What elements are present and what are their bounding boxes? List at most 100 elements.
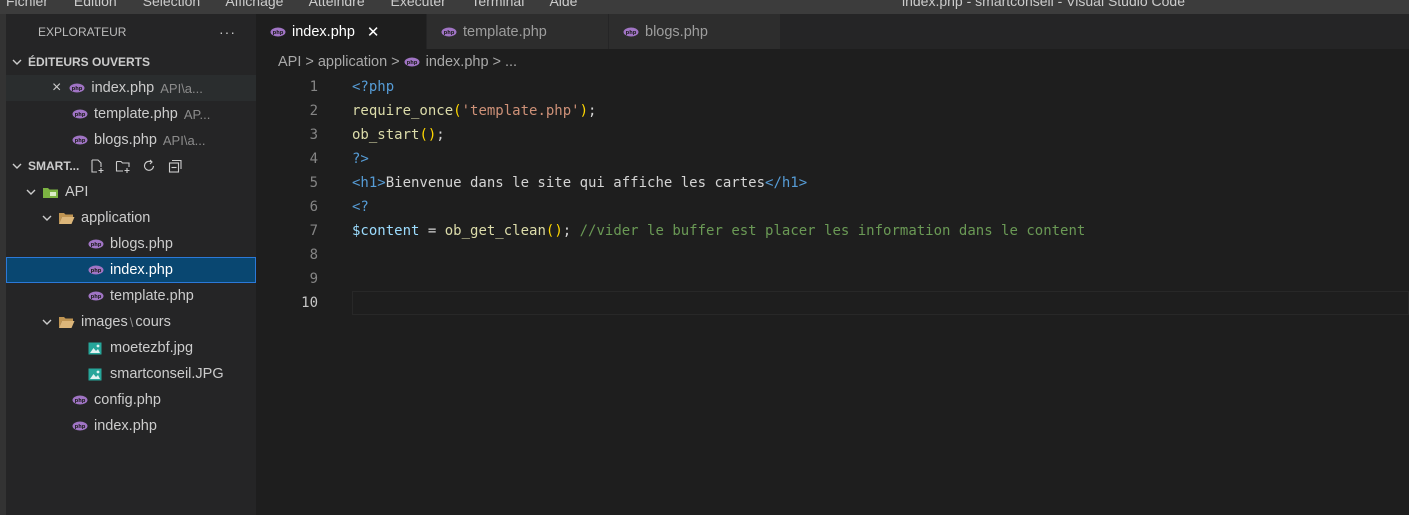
code-line: 7 $content = ob_get_clean(); //vider le …	[256, 219, 1409, 243]
tree-folder-images-cours[interactable]: images \ cours	[6, 309, 256, 335]
code-semicolon: ;	[562, 223, 580, 239]
menu-terminal[interactable]: Terminal	[471, 0, 524, 9]
code-function: ob_start	[352, 127, 420, 143]
tree-file-blogs[interactable]: php blogs.php	[6, 231, 256, 257]
tree-file-moetezbf[interactable]: moetezbf.jpg	[6, 335, 256, 361]
workspace-section[interactable]: SMART...	[6, 153, 256, 179]
api-folder-icon	[43, 188, 58, 198]
current-line-highlight	[352, 291, 1409, 315]
collapse-all-icon[interactable]	[167, 158, 183, 174]
php-file-icon: php	[270, 27, 286, 36]
svg-text:php: php	[75, 398, 86, 404]
code-function: ob_get_clean	[444, 223, 546, 239]
code-semicolon: ;	[588, 103, 597, 119]
menu-atteindre[interactable]: Atteindre	[309, 0, 365, 9]
tree-file-label: template.php	[110, 288, 194, 304]
tab-close-icon[interactable]: ✕	[367, 23, 380, 41]
more-actions-icon[interactable]: ···	[219, 24, 236, 40]
folder-open-icon	[59, 317, 75, 328]
tree-folder-sublabel: cours	[135, 314, 171, 330]
svg-text:php: php	[91, 294, 102, 300]
code-paren: ()	[419, 127, 437, 143]
chevron-down-icon	[12, 59, 22, 65]
tree-folder-label: application	[81, 210, 151, 226]
tree-file-label: smartconseil.JPG	[110, 366, 224, 382]
code-paren: ()	[545, 223, 563, 239]
svg-text:php: php	[273, 30, 284, 36]
tab-label: blogs.php	[645, 23, 708, 40]
php-file-icon: php	[441, 27, 457, 36]
line-number: 2	[309, 103, 318, 119]
breadcrumb-api[interactable]: API	[278, 54, 301, 70]
tree-file-label: moetezbf.jpg	[110, 340, 194, 356]
open-editor-item-blogs[interactable]: php blogs.php API\a...	[6, 127, 256, 153]
tree-file-index-selected[interactable]: php index.php	[6, 257, 256, 283]
line-number: 4	[309, 151, 318, 167]
open-editor-item-template[interactable]: php template.php AP...	[6, 101, 256, 127]
php-close-tag: ?>	[352, 151, 369, 167]
svg-text:php: php	[406, 60, 417, 66]
open-editor-filename: index.php	[91, 80, 155, 96]
svg-text:php: php	[91, 242, 102, 248]
new-file-icon[interactable]	[89, 158, 105, 174]
open-editor-item-index[interactable]: × php index.php API\a...	[6, 75, 256, 101]
code-paren: (	[453, 103, 462, 119]
line-number: 10	[301, 295, 318, 311]
line-number: 3	[309, 127, 318, 143]
svg-text:php: php	[626, 30, 637, 36]
new-folder-icon[interactable]	[115, 158, 131, 174]
menu-aide[interactable]: Aide	[549, 0, 577, 9]
breadcrumb-application[interactable]: application	[318, 54, 387, 70]
line-number: 6	[309, 199, 318, 215]
tree-folder-api[interactable]: API	[6, 179, 256, 205]
refresh-icon[interactable]	[141, 158, 157, 174]
open-editor-path: AP...	[183, 106, 211, 122]
breadcrumb-symbols[interactable]: ...	[505, 54, 517, 70]
menu-selection[interactable]: Sélection	[143, 0, 201, 9]
tab-blogs-php[interactable]: php blogs.php	[609, 14, 781, 49]
open-editors-label: ÉDITEURS OUVERTS	[28, 55, 151, 69]
php-file-icon: php	[72, 395, 88, 405]
editor-tab-bar: php index.php ✕ php template.php php blo…	[256, 14, 1409, 49]
workspace-label: SMART...	[28, 159, 80, 173]
tree-file-label: config.php	[94, 392, 161, 408]
tree-file-root-index[interactable]: php index.php	[6, 413, 256, 439]
svg-text:php: php	[75, 424, 86, 430]
breadcrumb: API > application > php index.php > ...	[256, 49, 517, 75]
menu-executer[interactable]: Exécuter	[391, 0, 446, 9]
close-icon[interactable]: ×	[52, 79, 61, 97]
svg-text:php: php	[75, 138, 86, 144]
open-editors-section[interactable]: ÉDITEURS OUVERTS	[6, 49, 256, 75]
breadcrumb-index-php[interactable]: index.php	[426, 54, 489, 70]
tab-index-php[interactable]: php index.php ✕	[256, 14, 427, 49]
tab-template-php[interactable]: php template.php	[427, 14, 609, 49]
code-variable: $content	[352, 223, 420, 239]
code-line: 6 <?	[256, 195, 1409, 219]
breadcrumb-separator: >	[391, 54, 400, 70]
tree-folder-application[interactable]: application	[6, 205, 256, 231]
tree-file-smartconseil[interactable]: smartconseil.JPG	[6, 361, 256, 387]
html-close-tag: </h1>	[765, 175, 808, 191]
menu-affichage[interactable]: Affichage	[225, 0, 283, 9]
chevron-down-icon	[26, 189, 36, 195]
explorer-title: EXPLORATEUR	[38, 24, 127, 39]
php-file-icon: php	[69, 83, 85, 93]
code-line: 8	[256, 243, 1409, 267]
open-editor-path: API\a...	[162, 132, 206, 148]
tree-file-label: index.php	[94, 418, 157, 434]
code-string: 'template.php'	[461, 103, 580, 119]
code-function: require_once	[352, 103, 454, 119]
menu-items: Fichier Edition Sélection Affichage Atte…	[6, 0, 599, 9]
code-line-current: 10	[256, 291, 1409, 315]
php-file-icon: php	[88, 265, 104, 275]
svg-text:php: php	[444, 30, 455, 36]
tree-file-template[interactable]: php template.php	[6, 283, 256, 309]
chevron-down-icon	[42, 319, 52, 325]
line-number: 5	[309, 175, 318, 191]
svg-text:php: php	[72, 86, 83, 92]
code-editor[interactable]: 1 <?php 2 require_once('template.php'); …	[256, 75, 1409, 515]
tree-file-config[interactable]: php config.php	[6, 387, 256, 413]
menu-edition[interactable]: Edition	[74, 0, 117, 9]
line-number: 9	[309, 271, 318, 287]
menu-fichier[interactable]: Fichier	[6, 0, 48, 9]
